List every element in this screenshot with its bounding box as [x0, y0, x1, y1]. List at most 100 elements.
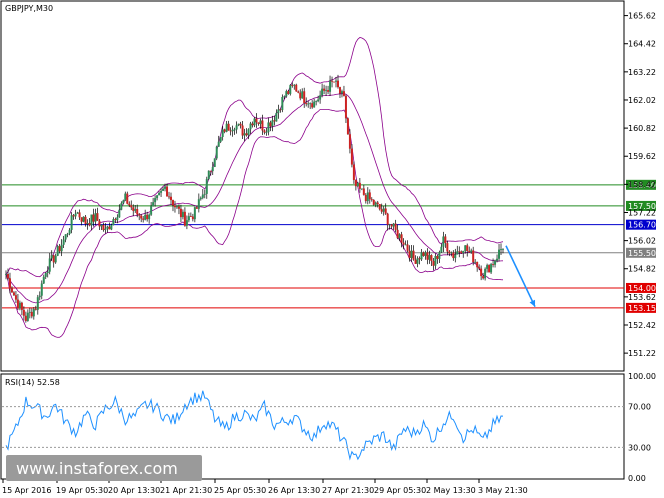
candle-body-69 — [142, 218, 145, 220]
candle-body-67 — [138, 214, 141, 216]
candle-body-90 — [183, 211, 186, 226]
candle-body-121 — [245, 133, 248, 136]
rsi-tick-label-2: 30.00 — [628, 443, 651, 452]
candle-body-77 — [158, 192, 161, 196]
candle-body-184 — [370, 199, 373, 200]
candle-body-133 — [269, 122, 272, 127]
candle-body-183 — [368, 192, 371, 200]
candle-body-143 — [289, 85, 292, 94]
candle-body-24 — [52, 255, 55, 263]
candle-body-192 — [386, 213, 389, 225]
candle-body-82 — [168, 196, 171, 198]
candle-body-205 — [412, 250, 415, 260]
rsi-tick-label-1: 70.00 — [628, 403, 651, 412]
candle-body-129 — [261, 120, 264, 131]
candle-body-111 — [225, 123, 228, 132]
candle-body-6 — [16, 299, 19, 309]
candle-body-118 — [239, 123, 242, 126]
y-tick-label-3: 162.02 — [628, 96, 656, 105]
candle-body-182 — [366, 192, 369, 202]
candle-body-219 — [440, 246, 443, 253]
candle-body-56 — [116, 217, 119, 221]
candle-body-142 — [287, 91, 290, 94]
candle-body-140 — [283, 96, 286, 98]
candle-body-246 — [494, 260, 497, 265]
x-tick-label-2: 20 Apr 13:30 — [108, 486, 160, 495]
candle-body-25 — [54, 255, 57, 263]
x-tick-label-9: 3 May 21:30 — [478, 486, 528, 495]
candle-body-206 — [414, 259, 417, 264]
watermark-text: www.instaforex.com — [16, 459, 178, 478]
candle-body-193 — [388, 224, 391, 226]
y-tick-label-8: 156.02 — [628, 237, 656, 246]
candle-body-8 — [20, 302, 23, 310]
candle-body-66 — [136, 208, 139, 215]
candle-body-174 — [350, 148, 353, 165]
candle-body-115 — [233, 129, 236, 131]
candle-body-114 — [231, 129, 234, 132]
candle-body-74 — [152, 202, 155, 207]
candle-body-99 — [201, 194, 204, 198]
candle-body-178 — [358, 182, 361, 189]
candle-body-81 — [166, 186, 169, 197]
candle-body-100 — [203, 193, 206, 195]
candle-body-21 — [46, 271, 49, 274]
candle-body-147 — [297, 91, 300, 93]
candle-body-93 — [189, 216, 192, 217]
candle-body-29 — [62, 239, 65, 245]
candle-body-156 — [315, 101, 318, 102]
candle-body-48 — [100, 224, 103, 227]
candle-body-117 — [237, 123, 240, 126]
candle-body-20 — [44, 273, 47, 277]
candle-body-221 — [444, 236, 447, 244]
candle-body-223 — [448, 251, 451, 254]
candle-body-240 — [482, 276, 485, 279]
candle-body-249 — [500, 249, 503, 250]
candle-body-84 — [171, 200, 174, 206]
candle-body-26 — [56, 246, 59, 256]
x-tick-label-3: 21 Apr 21:30 — [160, 486, 212, 495]
candle-body-44 — [92, 214, 95, 222]
rsi-tick-label-0: 100.00 — [628, 372, 656, 381]
candle-body-51 — [106, 226, 109, 229]
candle-body-160 — [323, 88, 326, 91]
candle-body-157 — [317, 99, 320, 102]
candle-body-18 — [40, 283, 43, 296]
candle-body-195 — [392, 223, 395, 227]
candle-body-75 — [154, 198, 157, 203]
candle-body-161 — [325, 90, 328, 91]
candle-body-34 — [72, 215, 75, 217]
candle-body-49 — [102, 224, 105, 231]
candle-body-175 — [352, 164, 355, 180]
candle-body-191 — [384, 208, 387, 214]
level-label-4: 154.00 — [628, 284, 656, 293]
candle-body-45 — [94, 213, 97, 222]
candle-body-54 — [112, 219, 115, 226]
candle-body-113 — [229, 130, 232, 132]
candle-body-101 — [205, 179, 208, 194]
candle-body-162 — [327, 90, 330, 92]
candle-body-7 — [18, 302, 21, 309]
candle-body-202 — [406, 244, 409, 251]
candle-body-79 — [162, 188, 165, 191]
candle-body-131 — [265, 132, 268, 133]
x-tick-label-5: 26 Apr 13:30 — [268, 486, 320, 495]
candle-body-55 — [114, 219, 117, 221]
y-tick-label-4: 160.82 — [628, 124, 656, 133]
candle-body-237 — [476, 261, 479, 268]
candle-body-196 — [394, 223, 397, 230]
candle-body-125 — [253, 118, 256, 126]
candle-body-5 — [14, 295, 17, 300]
x-tick-label-0: 15 Apr 2016 — [2, 486, 51, 495]
candle-body-250 — [502, 248, 504, 250]
x-tick-label-1: 19 Apr 05:30 — [56, 486, 108, 495]
candle-body-167 — [336, 80, 339, 88]
candle-body-171 — [344, 95, 347, 119]
candle-body-126 — [255, 118, 258, 123]
candle-body-229 — [460, 251, 463, 254]
candle-body-76 — [156, 195, 159, 199]
candle-body-78 — [160, 190, 163, 193]
candle-body-64 — [132, 207, 135, 211]
x-tick-label-8: 2 May 13:30 — [426, 486, 476, 495]
candle-body-217 — [436, 255, 439, 259]
